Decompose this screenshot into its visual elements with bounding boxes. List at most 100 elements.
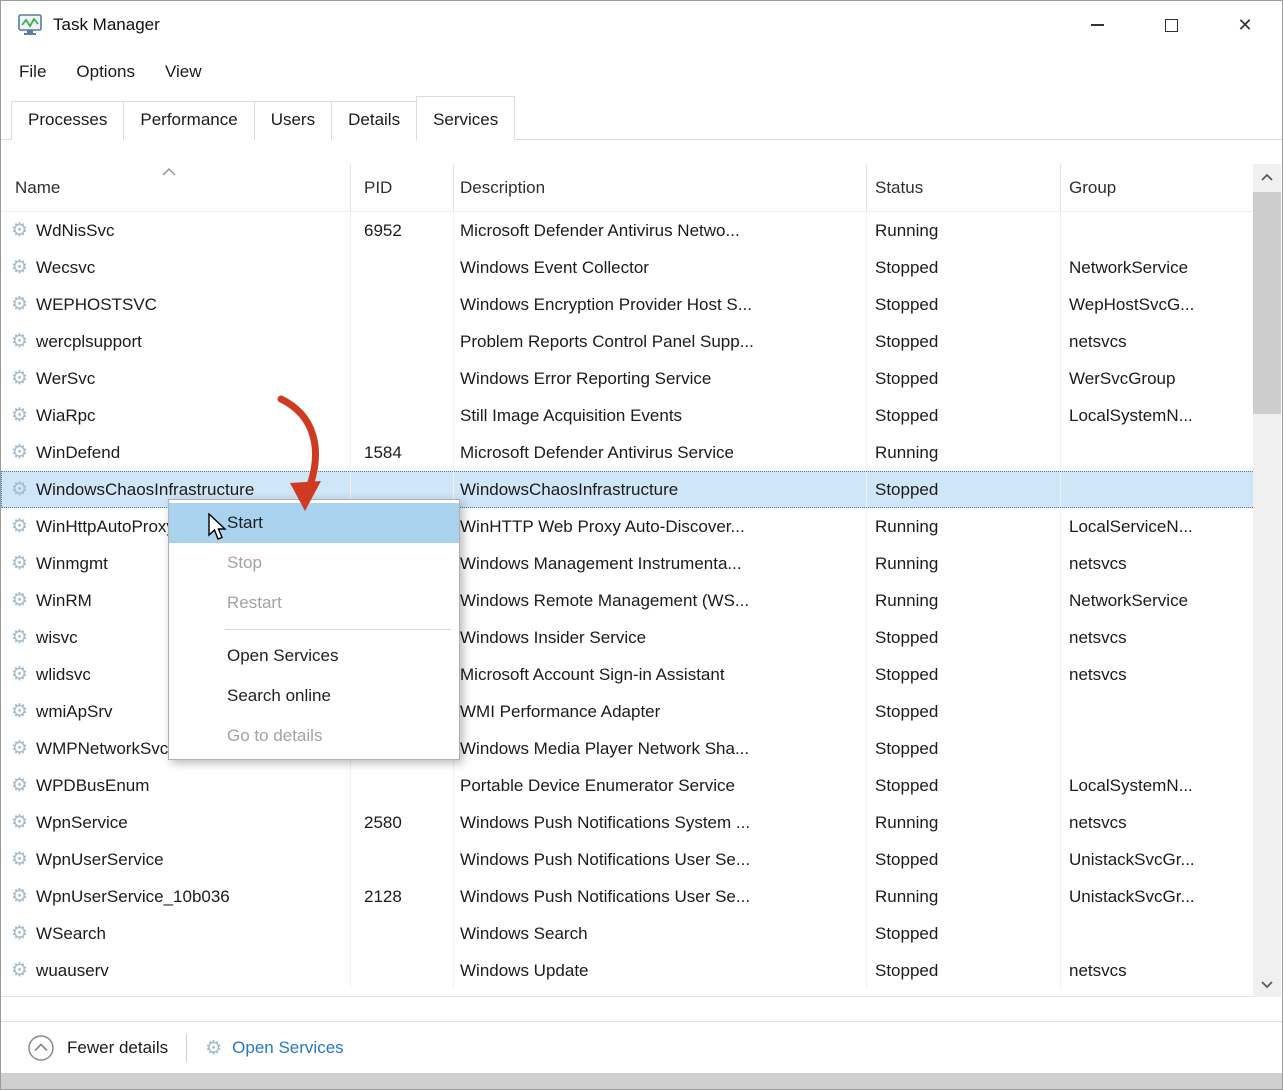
context-menu-item-start[interactable]: Start xyxy=(169,503,459,543)
cell-pid xyxy=(351,323,454,360)
service-gear-icon: ⚙ xyxy=(11,221,28,240)
cell-name: ⚙ wercplsupport xyxy=(1,323,351,360)
footer-divider xyxy=(186,1034,187,1062)
service-name: Winmgmt xyxy=(36,554,108,574)
service-row[interactable]: ⚙WpnService2580Windows Push Notification… xyxy=(1,804,1255,841)
service-row[interactable]: ⚙ WPDBusEnum Portable Device Enumerator Se… xyxy=(1,767,1255,804)
cell-status: Running xyxy=(867,878,1061,915)
minimize-button[interactable] xyxy=(1060,1,1134,49)
cell-status: Stopped xyxy=(867,323,1061,360)
tab-performance[interactable]: Performance xyxy=(123,101,254,140)
tab-services[interactable]: Services xyxy=(416,96,515,141)
close-button[interactable]: ✕ xyxy=(1208,1,1282,49)
tab-bar: Processes Performance Users Details Serv… xyxy=(1,94,1282,140)
cell-group xyxy=(1061,434,1254,471)
service-name: wercplsupport xyxy=(36,332,142,352)
context-menu-item-open-services[interactable]: Open Services xyxy=(169,636,459,676)
cell-description: Windows Management Instrumenta... xyxy=(454,545,867,582)
cell-group: LocalSystemN... xyxy=(1061,767,1254,804)
context-menu: StartStopRestartOpen ServicesSearch onli… xyxy=(168,499,460,760)
cell-status: Stopped xyxy=(867,952,1061,989)
cell-status: Stopped xyxy=(867,286,1061,323)
tab-details[interactable]: Details xyxy=(331,101,417,140)
service-gear-icon: ⚙ xyxy=(11,776,28,795)
column-header-status[interactable]: Status xyxy=(867,164,1061,211)
column-header-name[interactable]: Name xyxy=(1,164,351,211)
cell-name: ⚙WEPHOSTSVC xyxy=(1,286,351,323)
cell-status: Stopped xyxy=(867,656,1061,693)
vertical-scrollbar[interactable] xyxy=(1253,164,1281,997)
cell-group xyxy=(1061,212,1254,249)
service-gear-icon: ⚙ xyxy=(11,480,28,499)
tab-users[interactable]: Users xyxy=(254,101,332,140)
cell-group: NetworkService xyxy=(1061,582,1254,619)
cell-description: Windows Update xyxy=(454,952,867,989)
menu-item-view[interactable]: View xyxy=(165,62,202,82)
service-row[interactable]: ⚙WEPHOSTSVCWindows Encryption Provider H… xyxy=(1,286,1255,323)
task-manager-icon xyxy=(17,12,43,38)
service-gear-icon: ⚙ xyxy=(11,739,28,758)
window-title: Task Manager xyxy=(53,15,160,35)
tab-processes[interactable]: Processes xyxy=(11,101,124,140)
menu-item-file[interactable]: File xyxy=(19,62,46,82)
cell-name: ⚙WinDefend xyxy=(1,434,351,471)
cell-pid xyxy=(351,952,454,989)
scroll-down-icon xyxy=(1258,978,1276,990)
service-name: WinRM xyxy=(36,591,92,611)
scroll-up-button[interactable] xyxy=(1253,164,1281,190)
service-row[interactable]: ⚙WecsvcWindows Event CollectorStoppedNet… xyxy=(1,249,1255,286)
context-menu-item-search-online[interactable]: Search online xyxy=(169,676,459,716)
cell-description: Problem Reports Control Panel Supp... xyxy=(454,323,867,360)
cell-name: ⚙Wecsvc xyxy=(1,249,351,286)
service-row[interactable]: ⚙WpnUserServiceWindows Push Notification… xyxy=(1,841,1255,878)
footer-bar: Fewer details ⚙ Open Services xyxy=(1,1021,1282,1074)
service-row[interactable]: ⚙WSearchWindows SearchStopped xyxy=(1,915,1255,952)
service-name: WerSvc xyxy=(36,369,95,389)
service-row[interactable]: ⚙WdNisSvc6952Microsoft Defender Antiviru… xyxy=(1,212,1255,249)
service-row[interactable]: ⚙ wercplsupport Problem Reports Control Pa… xyxy=(1,323,1255,360)
cell-status: Stopped xyxy=(867,249,1061,286)
maximize-button[interactable] xyxy=(1134,1,1208,49)
cell-pid xyxy=(351,841,454,878)
cell-description: WindowsChaosInfrastructure xyxy=(454,471,867,508)
service-gear-icon: ⚙ xyxy=(11,332,28,351)
service-gear-icon: ⚙ xyxy=(11,924,28,943)
context-menu-item-restart: Restart xyxy=(169,583,459,623)
cell-description: Windows Push Notifications System ... xyxy=(454,804,867,841)
service-gear-icon: ⚙ xyxy=(11,406,28,425)
cell-status: Stopped xyxy=(867,619,1061,656)
column-header-pid[interactable]: PID xyxy=(351,164,454,211)
service-name: WindowsChaosInfrastructure xyxy=(36,480,254,500)
window-bottom-edge xyxy=(1,1073,1282,1089)
service-row[interactable]: ⚙WpnUserService_10b0362128Windows Push N… xyxy=(1,878,1255,915)
menu-item-options[interactable]: Options xyxy=(76,62,135,82)
column-header-description[interactable]: Description xyxy=(454,164,867,211)
menubar: File Options View xyxy=(1,49,1282,94)
fewer-details-label: Fewer details xyxy=(67,1038,168,1058)
cell-pid: 1584 xyxy=(351,434,454,471)
cell-group: netsvcs xyxy=(1061,619,1254,656)
cell-name: ⚙wuauserv xyxy=(1,952,351,989)
open-services-link[interactable]: ⚙ Open Services xyxy=(205,1038,344,1058)
cell-pid: 6952 xyxy=(351,212,454,249)
cell-group: netsvcs xyxy=(1061,952,1254,989)
close-icon: ✕ xyxy=(1237,16,1252,34)
open-services-label: Open Services xyxy=(232,1038,344,1058)
service-name: WPDBusEnum xyxy=(36,776,149,796)
maximize-icon xyxy=(1165,19,1178,32)
service-row[interactable]: ⚙wuauserv Windows UpdateStoppednetsvcs xyxy=(1,952,1255,989)
cell-description: Portable Device Enumerator Service xyxy=(454,767,867,804)
titlebar: Task Manager ✕ xyxy=(1,1,1282,49)
fewer-details-button[interactable]: Fewer details xyxy=(27,1034,168,1062)
service-row[interactable]: ⚙WinDefend1584Microsoft Defender Antivir… xyxy=(1,434,1255,471)
scroll-down-button[interactable] xyxy=(1253,971,1281,997)
cell-status: Running xyxy=(867,804,1061,841)
service-gear-icon: ⚙ xyxy=(11,887,28,906)
cell-status: Stopped xyxy=(867,730,1061,767)
service-row[interactable]: ⚙WerSvcWindows Error Reporting ServiceSt… xyxy=(1,360,1255,397)
service-name: WpnUserService_10b036 xyxy=(36,887,230,907)
column-header-group[interactable]: Group xyxy=(1061,164,1254,211)
service-name: wisvc xyxy=(36,628,78,648)
scrollbar-thumb[interactable] xyxy=(1253,192,1281,414)
service-row[interactable]: ⚙WiaRpcStill Image Acquisition EventsSto… xyxy=(1,397,1255,434)
